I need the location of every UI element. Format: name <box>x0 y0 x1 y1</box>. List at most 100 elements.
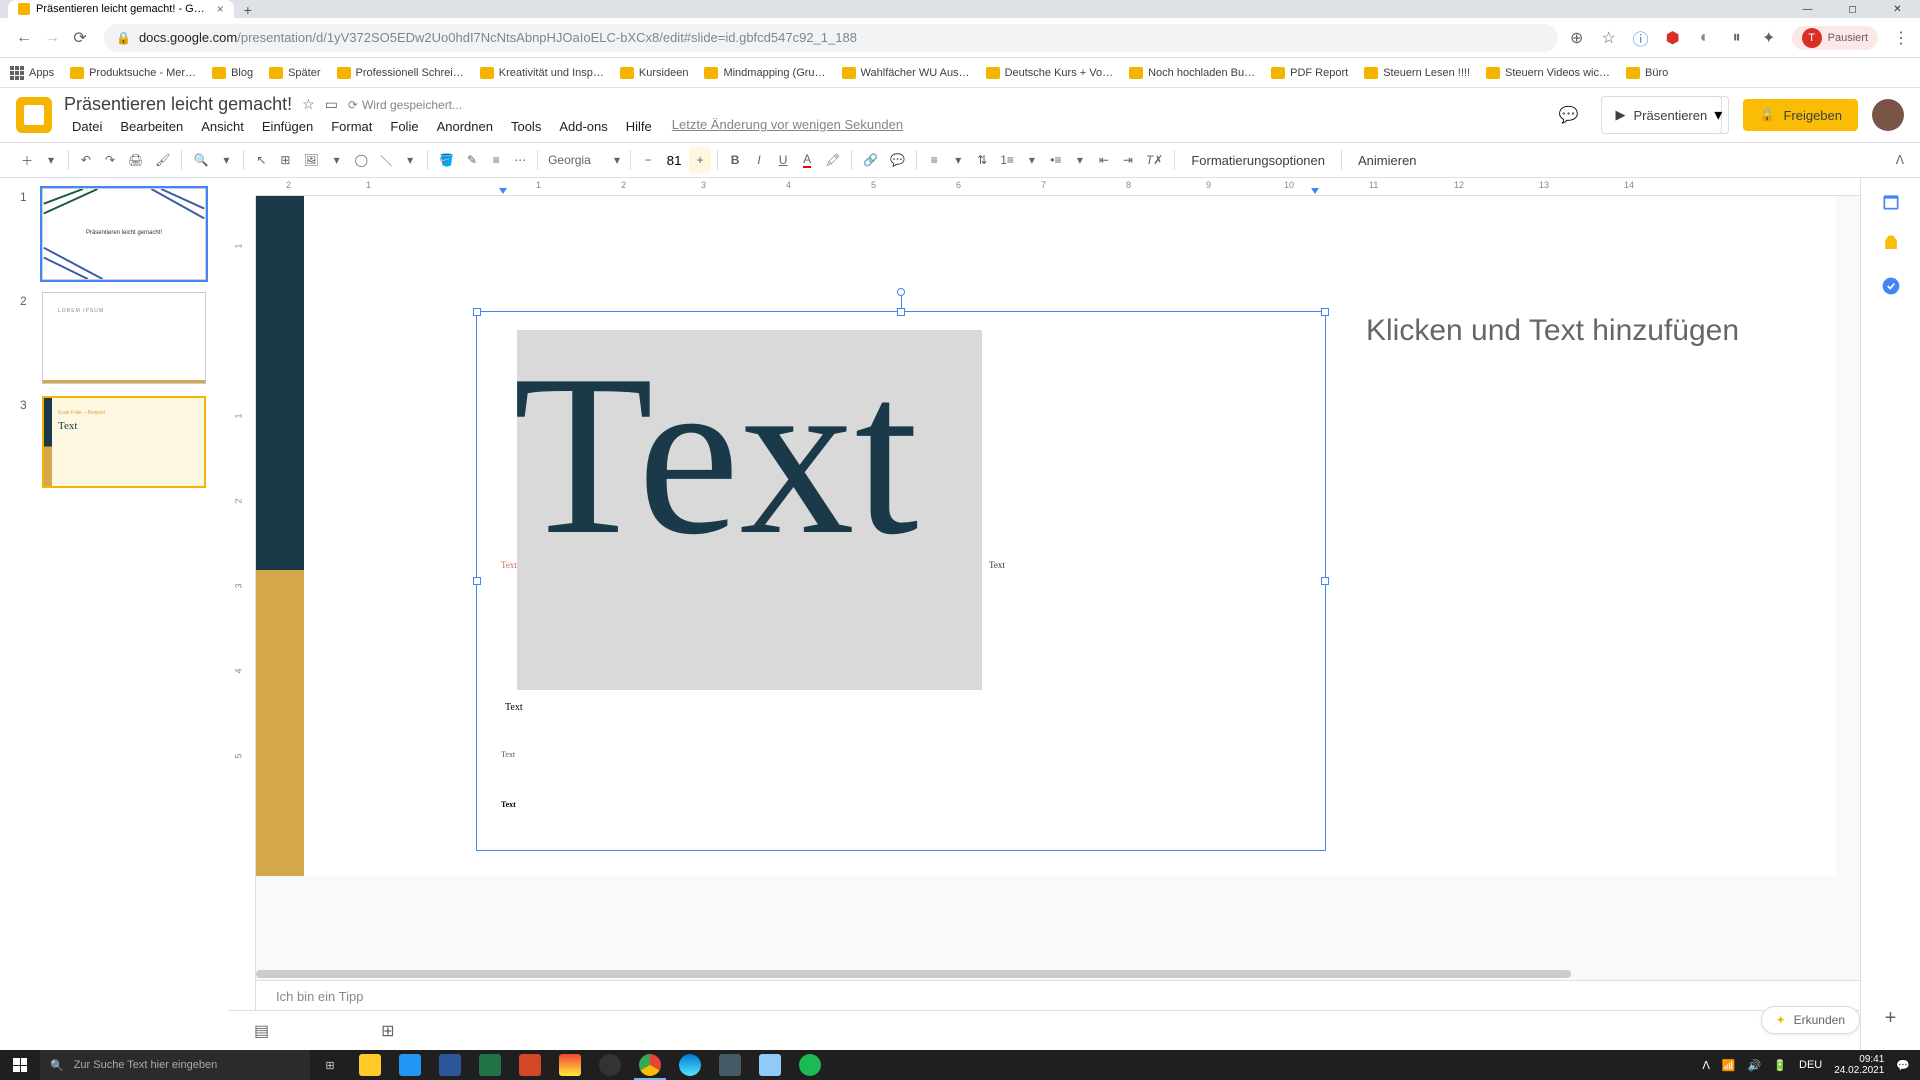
bold-button[interactable]: B <box>724 147 746 173</box>
reload-button[interactable]: ⟳ <box>66 24 94 52</box>
word-icon[interactable] <box>430 1050 470 1080</box>
last-edit-link[interactable]: Letzte Änderung vor wenigen Sekunden <box>672 117 903 136</box>
present-dropdown[interactable]: ▾ <box>1708 96 1729 134</box>
star-icon[interactable]: ☆ <box>1600 29 1618 47</box>
share-button[interactable]: 🔒 Freigeben <box>1743 99 1858 131</box>
italic-button[interactable]: I <box>748 147 770 173</box>
task-view-button[interactable]: ⊞ <box>310 1050 350 1080</box>
bulleted-dropdown[interactable]: ▾ <box>1069 147 1091 173</box>
extension-icon[interactable]: ◐ <box>1696 29 1714 47</box>
line-spacing-button[interactable]: ⇅ <box>971 147 993 173</box>
ruler-marker-left[interactable] <box>499 188 507 194</box>
numbered-list-button[interactable]: 1≡ <box>995 147 1019 173</box>
resize-handle[interactable] <box>897 308 905 316</box>
browser-tab[interactable]: Präsentieren leicht gemacht! - G… × <box>8 0 234 18</box>
grid-view-button[interactable]: ⊞ <box>375 1015 400 1047</box>
font-family-select[interactable]: Georgia▾ <box>544 147 624 173</box>
bookmark-item[interactable]: Blog <box>212 67 253 79</box>
menu-format[interactable]: Format <box>323 117 380 136</box>
menu-datei[interactable]: Datei <box>64 117 110 136</box>
new-slide-button[interactable]: ＋ <box>16 147 38 173</box>
filmstrip-view-button[interactable]: ▤ <box>248 1015 275 1047</box>
move-button[interactable]: ▭ <box>325 96 338 113</box>
notifications-icon[interactable]: 💬 <box>1896 1059 1910 1072</box>
resize-handle[interactable] <box>473 577 481 585</box>
slide-thumbnail-2[interactable]: LOREM IPSUM <box>42 292 206 384</box>
excel-icon[interactable] <box>470 1050 510 1080</box>
bookmark-item[interactable]: Wahlfächer WU Aus… <box>842 67 970 79</box>
ruler-marker-right[interactable] <box>1311 188 1319 194</box>
slide-viewport[interactable]: Text Text Text Text Text Text Klicken un… <box>256 196 1860 1020</box>
clock[interactable]: 09:41 24.02.2021 <box>1834 1054 1884 1076</box>
textbox-tool[interactable]: ⊞ <box>274 147 296 173</box>
horizontal-scrollbar[interactable] <box>256 970 1860 980</box>
read-icon[interactable]: ⓘ <box>1632 29 1650 47</box>
resize-handle[interactable] <box>1321 577 1329 585</box>
animate-button[interactable]: Animieren <box>1348 149 1427 172</box>
chrome-icon[interactable] <box>630 1050 670 1080</box>
text-label[interactable]: Text <box>501 750 515 759</box>
add-addon-button[interactable]: + <box>1885 1007 1897 1030</box>
bookmark-item[interactable]: Produktsuche - Mer… <box>70 67 196 79</box>
decrease-font-button[interactable]: − <box>637 147 659 173</box>
text-label[interactable]: Text <box>989 560 1005 570</box>
text-label[interactable]: Text <box>501 560 517 570</box>
language-indicator[interactable]: DEU <box>1799 1059 1822 1071</box>
new-slide-dropdown[interactable]: ▾ <box>40 147 62 173</box>
maximize-button[interactable]: ◻ <box>1830 0 1875 18</box>
volume-icon[interactable]: 🔊 <box>1748 1059 1762 1072</box>
align-button[interactable]: ≡ <box>923 147 945 173</box>
ruler-vertical[interactable]: 1 1 2 3 4 5 <box>228 196 256 1050</box>
new-tab-button[interactable]: + <box>244 2 252 18</box>
selected-text-frame[interactable]: Text Text Text Text Text Text <box>476 311 1326 851</box>
comment-button[interactable]: 💬 <box>885 147 910 173</box>
bookmark-item[interactable]: Kreativität und Insp… <box>480 67 604 79</box>
align-dropdown[interactable]: ▾ <box>947 147 969 173</box>
explorer-icon[interactable] <box>350 1050 390 1080</box>
collapse-toolbar-button[interactable]: ᐱ <box>1896 153 1904 167</box>
slide-thumbnail-1[interactable]: Präsentieren leicht gemacht! <box>42 188 206 280</box>
calendar-icon[interactable] <box>1881 192 1901 212</box>
slide-canvas[interactable]: Text Text Text Text Text Text Klicken un… <box>256 196 1836 876</box>
extensions-icon[interactable]: ✦ <box>1760 29 1778 47</box>
windows-search[interactable]: 🔍 Zur Suche Text hier eingeben <box>40 1050 310 1080</box>
keep-icon[interactable] <box>1881 234 1901 254</box>
spotify-icon[interactable] <box>790 1050 830 1080</box>
bulleted-list-button[interactable]: •≡ <box>1045 147 1067 173</box>
text-placeholder[interactable]: Klicken und Text hinzufügen <box>1366 314 1860 348</box>
wifi-icon[interactable]: 📶 <box>1722 1059 1736 1072</box>
bookmark-item[interactable]: Kursideen <box>620 67 689 79</box>
menu-folie[interactable]: Folie <box>382 117 426 136</box>
underline-button[interactable]: U <box>772 147 794 173</box>
app-icon[interactable] <box>710 1050 750 1080</box>
border-dash-button[interactable]: ⋯ <box>509 147 531 173</box>
shape-tool[interactable]: ◯ <box>350 147 373 173</box>
select-tool[interactable]: ↖ <box>250 147 272 173</box>
menu-tools[interactable]: Tools <box>503 117 549 136</box>
notepad-icon[interactable] <box>750 1050 790 1080</box>
decrease-indent-button[interactable]: ⇤ <box>1093 147 1115 173</box>
address-bar[interactable]: 🔒 docs.google.com/presentation/d/1yV372S… <box>104 24 1558 52</box>
format-options-button[interactable]: Formatierungsoptionen <box>1181 149 1335 172</box>
menu-addons[interactable]: Add-ons <box>551 117 615 136</box>
image-dropdown[interactable]: ▾ <box>326 147 348 173</box>
menu-bearbeiten[interactable]: Bearbeiten <box>112 117 191 136</box>
fill-color-button[interactable]: 🪣 <box>434 147 459 173</box>
big-text[interactable]: Text <box>513 340 918 570</box>
sync-icon[interactable]: ⏸ <box>1728 29 1746 47</box>
tray-chevron-icon[interactable]: ᐱ <box>1702 1059 1710 1072</box>
resize-handle[interactable] <box>1321 308 1329 316</box>
close-window-button[interactable]: ✕ <box>1875 0 1920 18</box>
chrome-menu-icon[interactable]: ⋮ <box>1892 29 1910 47</box>
account-avatar[interactable] <box>1872 99 1904 131</box>
speaker-notes[interactable]: Ich bin ein Tipp <box>256 980 1860 1010</box>
increase-indent-button[interactable]: ⇥ <box>1117 147 1139 173</box>
slides-logo[interactable] <box>16 97 52 133</box>
border-weight-button[interactable]: ≡ <box>485 147 507 173</box>
bookmark-item[interactable]: Noch hochladen Bu… <box>1129 67 1255 79</box>
battery-icon[interactable]: 🔋 <box>1773 1059 1787 1072</box>
redo-button[interactable]: ↷ <box>99 147 121 173</box>
tasks-icon[interactable] <box>1881 276 1901 296</box>
slide-thumbnail-3[interactable]: Erste Folie – Beispiel Text <box>42 396 206 488</box>
back-button[interactable]: ← <box>10 24 38 52</box>
